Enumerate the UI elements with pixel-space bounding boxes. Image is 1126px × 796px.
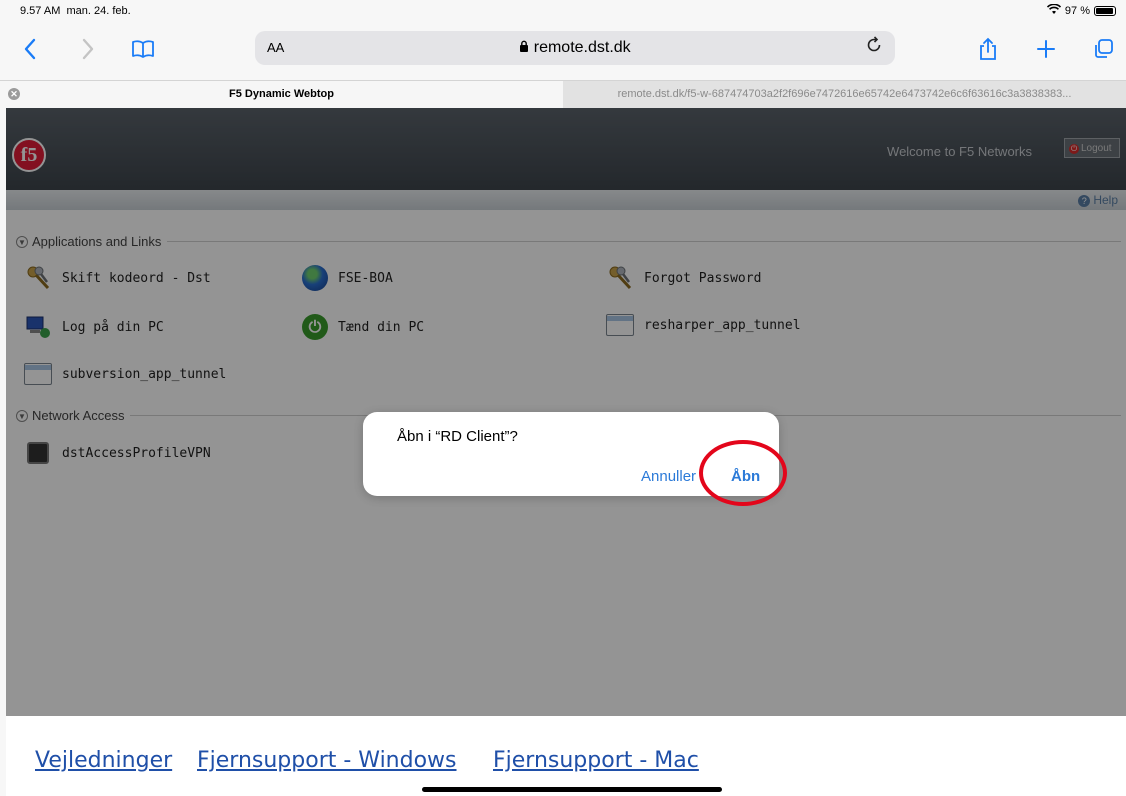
dialog-message: Åbn i “RD Client”? (397, 428, 518, 445)
home-indicator[interactable] (422, 787, 722, 792)
cancel-button[interactable]: Annuller (641, 468, 696, 485)
tab-f5-webtop[interactable]: ✕ F5 Dynamic Webtop (0, 81, 563, 108)
battery-icon (1094, 6, 1116, 16)
status-bar: 9.57 AM man. 24. feb. 97 % (0, 0, 1126, 22)
tab-bar: ✕ F5 Dynamic Webtop remote.dst.dk/f5-w-6… (0, 80, 1126, 108)
tab-remote-url[interactable]: remote.dst.dk/f5-w-687474703a2f2f696e747… (563, 81, 1126, 108)
new-tab-icon[interactable] (1034, 34, 1058, 64)
link-fjernsupport-mac[interactable]: Fjernsupport - Mac (493, 748, 699, 773)
highlight-circle (699, 440, 787, 506)
tab-title: F5 Dynamic Webtop (229, 88, 334, 100)
share-icon[interactable] (976, 34, 1000, 64)
tab-title: remote.dst.dk/f5-w-687474703a2f2f696e747… (617, 88, 1072, 100)
status-right: 97 % (1046, 3, 1116, 18)
battery-percent: 97 % (1064, 5, 1090, 17)
link-vejledninger[interactable]: Vejledninger (35, 748, 172, 773)
bookmarks-icon[interactable] (130, 34, 156, 64)
forward-icon[interactable] (78, 34, 98, 64)
url-display[interactable]: remote.dst.dk (255, 39, 895, 57)
wifi-icon (1046, 3, 1061, 18)
address-bar[interactable]: AA remote.dst.dk (255, 31, 895, 65)
status-time-date: 9.57 AM man. 24. feb. (20, 5, 131, 17)
back-icon[interactable] (20, 34, 40, 64)
footer-links: Vejledninger Fjernsupport - Windows Fjer… (6, 716, 1126, 796)
tabs-icon[interactable] (1090, 34, 1116, 64)
lock-icon (519, 39, 533, 56)
url-text: remote.dst.dk (533, 39, 631, 56)
close-tab-icon[interactable]: ✕ (8, 88, 20, 100)
link-fjernsupport-windows[interactable]: Fjernsupport - Windows (197, 748, 457, 773)
browser-toolbar: AA remote.dst.dk (0, 22, 1126, 80)
reload-icon[interactable] (865, 36, 883, 60)
